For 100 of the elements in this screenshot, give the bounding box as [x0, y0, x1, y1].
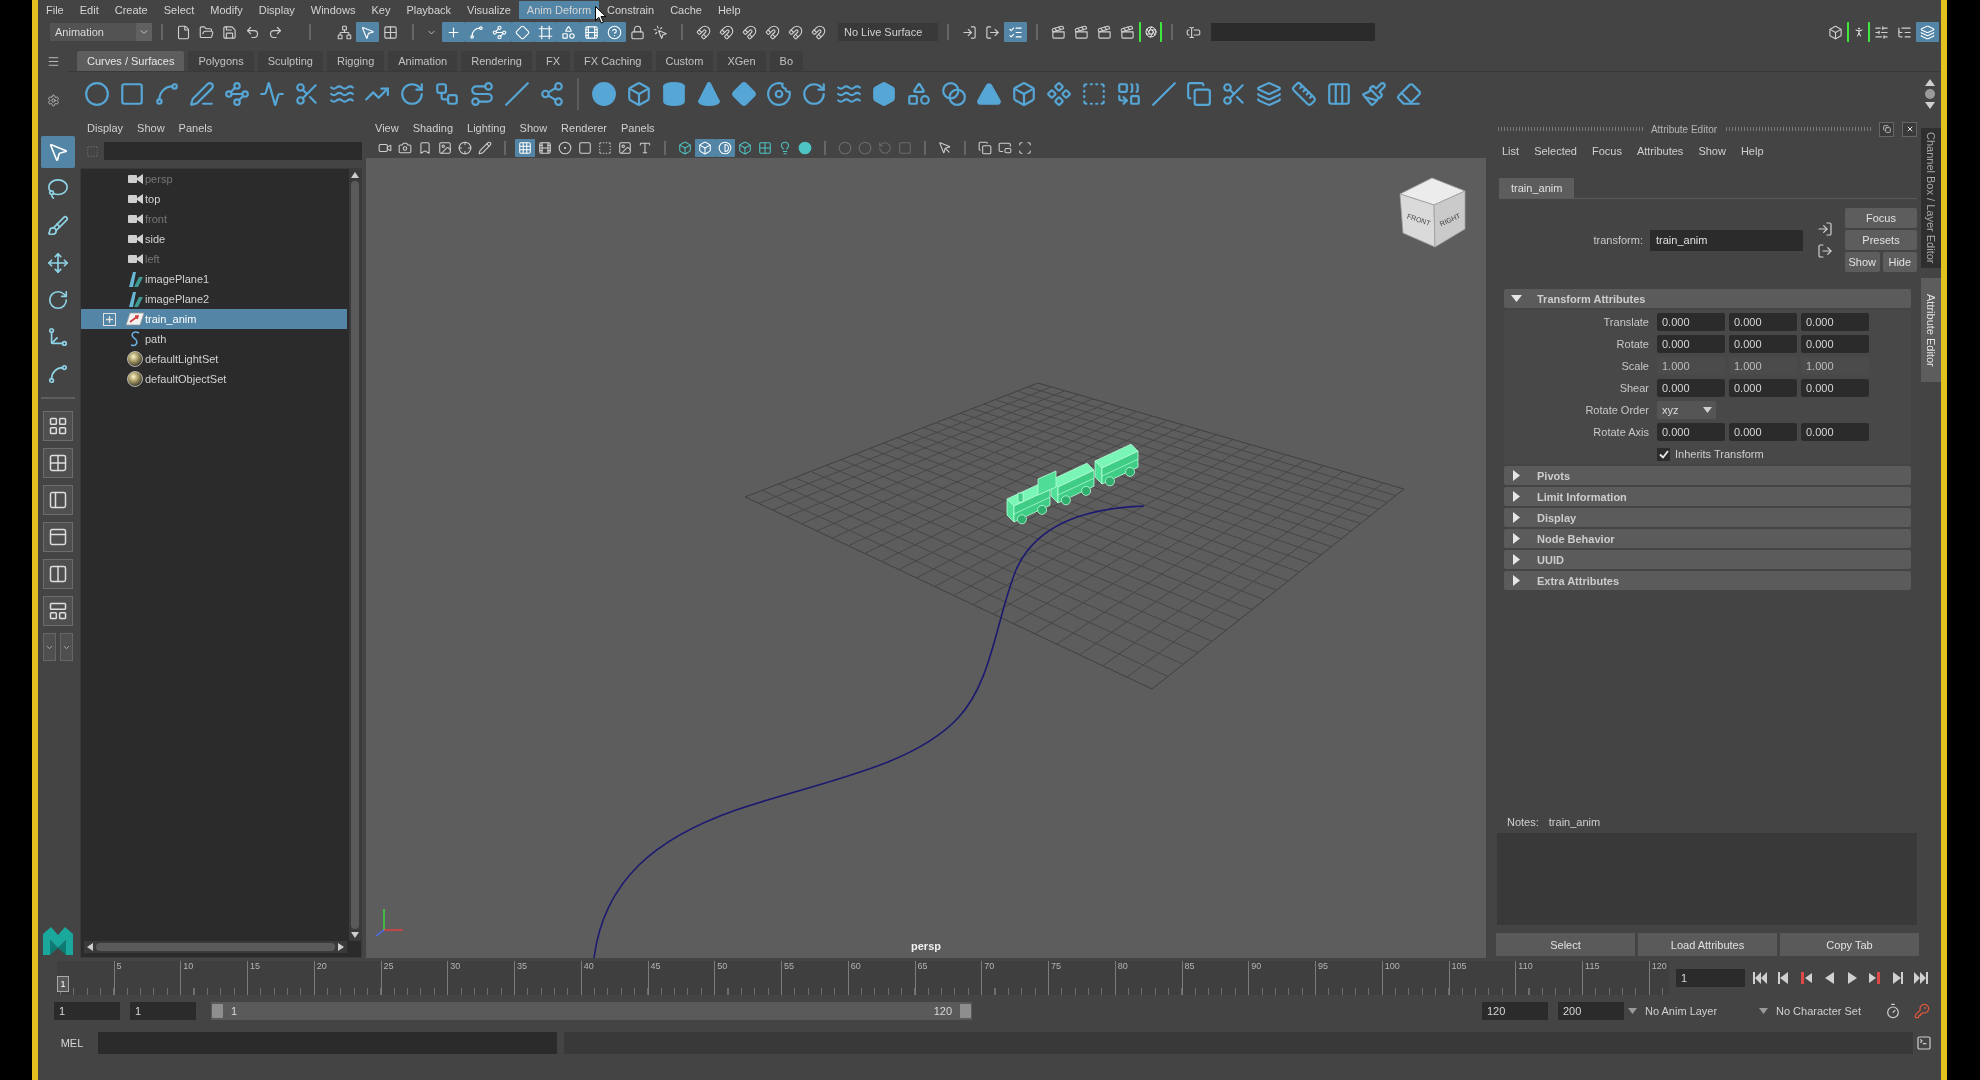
- rotate-order-dropdown[interactable]: xyz: [1657, 401, 1716, 419]
- script-language-button[interactable]: MEL: [54, 1032, 90, 1054]
- outliner-item[interactable]: path: [81, 329, 347, 349]
- menu-item[interactable]: Panels: [613, 122, 662, 134]
- menu-set-dropdown[interactable]: Animation: [50, 23, 152, 41]
- menu-item[interactable]: Panels: [171, 122, 220, 134]
- triangle-icon[interactable]: [976, 81, 1002, 107]
- triangle-icon[interactable]: [1511, 293, 1522, 304]
- menu-item[interactable]: Cache: [662, 1, 710, 19]
- menu-item[interactable]: Help: [1740, 145, 1764, 157]
- cube-icon[interactable]: [626, 81, 652, 107]
- float-icon[interactable]: [1882, 125, 1891, 133]
- hexagon-icon[interactable]: [871, 81, 897, 107]
- slider-handle[interactable]: [960, 1004, 971, 1018]
- menu-item[interactable]: Renderer: [554, 122, 614, 134]
- number-field[interactable]: 0.000: [1729, 423, 1797, 441]
- menu-item[interactable]: Display: [250, 1, 303, 19]
- columns-icon[interactable]: [1326, 81, 1352, 107]
- menu-item[interactable]: Show: [130, 122, 172, 134]
- close-button[interactable]: [1902, 121, 1917, 137]
- shelf-tab[interactable]: Polygons: [188, 51, 254, 71]
- filter-field[interactable]: [104, 142, 362, 160]
- character-set-dropdown[interactable]: No Character Set: [1755, 1002, 1881, 1020]
- show-button[interactable]: Show: [1845, 252, 1880, 272]
- end-time-field[interactable]: 200: [1558, 1002, 1624, 1020]
- number-field[interactable]: 0.000: [1729, 313, 1797, 331]
- copy-icon[interactable]: [1186, 81, 1212, 107]
- time-slider-track[interactable]: 5 10 15 20 25 30 35 40 45 50 55 60 65 70 75 80 85 90 95 100 105 110 115 120 1: [57, 961, 1669, 995]
- caret-icon[interactable]: [1628, 1008, 1637, 1014]
- move-icon[interactable]: [47, 252, 69, 274]
- shapes-icon[interactable]: [906, 81, 932, 107]
- shelf-tab[interactable]: Animation: [388, 51, 458, 71]
- number-field[interactable]: 0.000: [1801, 379, 1869, 397]
- donut-icon[interactable]: [766, 81, 792, 107]
- step-back-icon[interactable]: [1776, 971, 1790, 985]
- checkbox[interactable]: [1657, 447, 1670, 461]
- menu-item[interactable]: Selected: [1534, 145, 1577, 157]
- zigzag-icon[interactable]: [259, 81, 285, 107]
- number-field[interactable]: 0.000: [1657, 423, 1725, 441]
- overlapping-circles-icon[interactable]: [941, 81, 967, 107]
- expand-icon[interactable]: [102, 312, 116, 326]
- input-connection-icon[interactable]: [1817, 221, 1833, 237]
- caret-icon[interactable]: [1759, 1008, 1768, 1014]
- live-surface-field[interactable]: No Live Surface: [838, 23, 938, 41]
- section-header[interactable]: Node Behavior: [1504, 529, 1911, 548]
- scroll-dot-icon[interactable]: [1925, 89, 1935, 99]
- side-tab[interactable]: Channel Box / Layer Editor: [1921, 128, 1941, 268]
- cube-icon[interactable]: [1011, 81, 1037, 107]
- scale-icon[interactable]: [47, 326, 69, 348]
- number-field[interactable]: 0.000: [1657, 335, 1725, 353]
- scroll-left-icon[interactable]: [87, 943, 93, 951]
- footer-button[interactable]: Select: [1496, 933, 1635, 956]
- paintbrush-icon[interactable]: [1361, 81, 1387, 107]
- combine-icon[interactable]: [1116, 81, 1142, 107]
- slash-icon[interactable]: [1151, 81, 1177, 107]
- outliner-item[interactable]: imagePlane2: [81, 289, 347, 309]
- menu-item[interactable]: Windows: [302, 1, 364, 19]
- number-field[interactable]: 0.000: [1801, 335, 1869, 353]
- slider-handle[interactable]: [212, 1004, 223, 1018]
- menu-item[interactable]: Shading: [405, 122, 461, 134]
- circular-arrow-icon[interactable]: [801, 81, 827, 107]
- waypoints-icon[interactable]: [224, 81, 250, 107]
- tool-button[interactable]: [41, 136, 75, 168]
- close-icon[interactable]: [1905, 125, 1914, 133]
- scissors-icon[interactable]: [294, 81, 320, 107]
- cone-icon[interactable]: [696, 81, 722, 107]
- playback-start-field[interactable]: 1: [130, 1002, 196, 1020]
- diamond-icon[interactable]: [731, 81, 757, 107]
- outliner-item[interactable]: defaultObjectSet: [81, 369, 347, 389]
- pointer-icon[interactable]: [47, 141, 69, 163]
- shelf-tab[interactable]: FX Caching: [574, 51, 652, 71]
- menu-icon[interactable]: [46, 55, 60, 68]
- tool-button[interactable]: [1139, 22, 1162, 42]
- number-field[interactable]: 0.000: [1801, 423, 1869, 441]
- square-icon[interactable]: [119, 81, 145, 107]
- input-field[interactable]: [1211, 23, 1375, 41]
- number-field[interactable]: 0.000: [1729, 335, 1797, 353]
- scissors-icon[interactable]: [1221, 81, 1247, 107]
- footer-button[interactable]: Copy Tab: [1780, 933, 1919, 956]
- terminal-icon[interactable]: [1916, 1035, 1932, 1051]
- menu-item[interactable]: Visualize: [459, 1, 519, 19]
- curve-icon[interactable]: [47, 363, 69, 385]
- menu-item[interactable]: Playback: [398, 1, 460, 19]
- menu-item[interactable]: Lighting: [460, 122, 513, 134]
- number-field[interactable]: 0.000: [1801, 313, 1869, 331]
- shelf-tab[interactable]: XGen: [717, 51, 766, 71]
- skip-back-icon[interactable]: [1753, 971, 1767, 985]
- skip-forward-icon[interactable]: [1914, 971, 1928, 985]
- shelf-tab[interactable]: Curves / Surfaces: [77, 51, 185, 71]
- section-header[interactable]: Display: [1504, 508, 1911, 527]
- menu-item[interactable]: Help: [709, 1, 749, 19]
- scrollbar[interactable]: [84, 941, 347, 953]
- scroll-right-icon[interactable]: [338, 943, 344, 951]
- command-input-field[interactable]: [98, 1032, 557, 1054]
- shelf-tab[interactable]: Rendering: [461, 51, 532, 71]
- play-icon[interactable]: [1845, 971, 1859, 985]
- cylinder-icon[interactable]: [661, 81, 687, 107]
- anim-layer-dropdown[interactable]: No Anim Layer: [1624, 1002, 1755, 1020]
- layers-icon[interactable]: [1256, 81, 1282, 107]
- outliner-item[interactable]: side: [81, 229, 347, 249]
